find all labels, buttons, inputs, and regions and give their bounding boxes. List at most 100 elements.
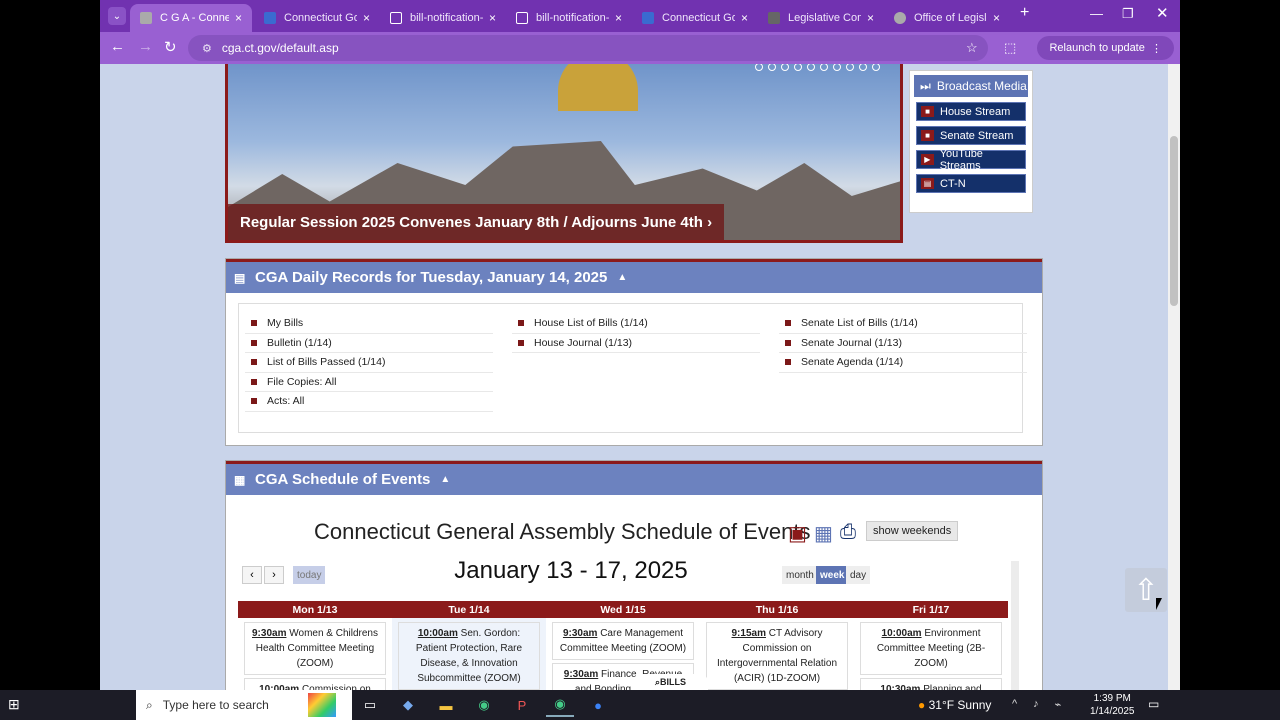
bills-tab[interactable]: ⌕BILLS bbox=[633, 674, 708, 690]
chrome-active-icon[interactable]: ◉ bbox=[546, 693, 574, 717]
tab-office-of-legislative[interactable]: Office of Legislativ× bbox=[884, 4, 1010, 32]
tab-connecticut-gov-1[interactable]: Connecticut Gover× bbox=[254, 4, 380, 32]
tab-legislative-commissioners[interactable]: Legislative Commi× bbox=[758, 4, 884, 32]
tab-bill-notification-2[interactable]: bill-notification-20× bbox=[506, 4, 632, 32]
minimize-button[interactable]: — bbox=[1090, 6, 1103, 21]
record-item[interactable]: Senate Agenda (1/14) bbox=[779, 353, 1027, 373]
carousel-dot[interactable] bbox=[820, 64, 828, 71]
week-view-button[interactable]: week bbox=[816, 566, 849, 584]
caret-up-icon[interactable]: ▲ bbox=[617, 272, 627, 283]
calendar-event[interactable]: 10:00am Sen. Gordon: Patient Protection,… bbox=[398, 622, 540, 690]
close-tab-icon[interactable]: × bbox=[229, 11, 242, 25]
calendar-grid-icon[interactable]: ▦ bbox=[814, 521, 833, 546]
back-arrow-icon[interactable]: ← bbox=[110, 38, 125, 55]
calendar-today-icon[interactable]: ▣ bbox=[788, 521, 807, 546]
windows-start-icon[interactable]: ⊞ bbox=[8, 696, 20, 713]
task-view-icon[interactable]: ▭ bbox=[356, 693, 384, 717]
record-link[interactable]: Senate Agenda (1/14) bbox=[801, 356, 903, 368]
carousel-dot[interactable] bbox=[859, 64, 867, 71]
calendar-event[interactable]: 10:00am Environment Committee Meeting (2… bbox=[860, 622, 1002, 675]
reload-icon[interactable]: ↻ bbox=[164, 38, 177, 56]
record-link[interactable]: Senate List of Bills (1/14) bbox=[801, 317, 918, 329]
scrollbar-thumb[interactable] bbox=[1170, 136, 1178, 306]
show-weekends-button[interactable]: show weekends bbox=[866, 521, 959, 541]
schedule-header[interactable]: ▦ CGA Schedule of Events ▲ bbox=[226, 461, 1042, 495]
ctn-button[interactable]: ▤ CT-N bbox=[916, 174, 1026, 193]
address-bar[interactable]: ⚙ cga.ct.gov/default.asp bbox=[188, 35, 988, 61]
volume-icon[interactable]: ♪ bbox=[1033, 698, 1039, 711]
record-item[interactable]: Acts: All bbox=[245, 392, 493, 412]
tab-bill-notification-1[interactable]: bill-notification-20× bbox=[380, 4, 506, 32]
record-link[interactable]: House List of Bills (1/14) bbox=[534, 317, 648, 329]
carousel-dot[interactable] bbox=[833, 64, 841, 71]
close-tab-icon[interactable]: × bbox=[357, 11, 370, 25]
chrome-icon[interactable]: ◉ bbox=[470, 693, 498, 717]
system-clock[interactable]: 1:39 PM 1/14/2025 bbox=[1090, 692, 1135, 718]
network-icon[interactable]: ⌁ bbox=[1055, 698, 1062, 711]
site-info-icon[interactable]: ⚙ bbox=[202, 42, 212, 55]
record-link[interactable]: File Copies: All bbox=[267, 376, 336, 388]
record-item[interactable]: My Bills bbox=[245, 314, 493, 334]
record-link[interactable]: My Bills bbox=[267, 317, 303, 329]
close-tab-icon[interactable]: × bbox=[735, 11, 748, 25]
weather-widget[interactable]: ● 31°F Sunny bbox=[918, 698, 991, 712]
record-item[interactable]: Bulletin (1/14) bbox=[245, 334, 493, 353]
close-tab-icon[interactable]: × bbox=[987, 11, 1000, 25]
close-tab-icon[interactable]: × bbox=[861, 11, 874, 25]
record-item[interactable]: Senate Journal (1/13) bbox=[779, 334, 1027, 353]
record-link[interactable]: House Journal (1/13) bbox=[534, 337, 632, 349]
bookmark-star-icon[interactable]: ☆ bbox=[966, 40, 978, 56]
carousel-dot[interactable] bbox=[755, 64, 763, 71]
relaunch-button[interactable]: Relaunch to update ⋮ bbox=[1037, 36, 1174, 60]
notification-icon[interactable]: ▭ bbox=[1148, 697, 1159, 711]
record-item[interactable]: House List of Bills (1/14) bbox=[512, 314, 760, 334]
calendar-event[interactable]: 10:00am Commission on bbox=[244, 678, 386, 690]
tab-cga-home[interactable]: C G A - Connecticut× bbox=[130, 4, 252, 32]
youtube-streams-button[interactable]: ▶ YouTube Streams bbox=[916, 148, 1026, 172]
record-item[interactable]: List of Bills Passed (1/14) bbox=[245, 353, 493, 373]
carousel-dot[interactable] bbox=[781, 64, 789, 71]
record-item[interactable]: File Copies: All bbox=[245, 373, 493, 392]
calendar-event[interactable]: 9:30am Women & Childrens Health Committe… bbox=[244, 622, 386, 675]
carousel-dot[interactable] bbox=[768, 64, 776, 71]
print-icon[interactable]: ⎙ bbox=[840, 521, 856, 544]
close-tab-icon[interactable]: × bbox=[609, 11, 622, 25]
hero-carousel[interactable]: Regular Session 2025 Convenes January 8t… bbox=[225, 64, 903, 243]
new-tab-button[interactable]: + bbox=[1020, 4, 1029, 22]
caret-up-icon[interactable]: ▲ bbox=[440, 474, 450, 485]
daily-records-header[interactable]: ▤ CGA Daily Records for Tuesday, January … bbox=[226, 259, 1042, 293]
record-item[interactable]: House Journal (1/13) bbox=[512, 334, 760, 353]
month-view-button[interactable]: month bbox=[782, 566, 818, 584]
house-stream-button[interactable]: ■ House Stream bbox=[916, 102, 1026, 121]
carousel-dot[interactable] bbox=[846, 64, 854, 71]
record-link[interactable]: List of Bills Passed (1/14) bbox=[267, 356, 385, 368]
zoom-icon[interactable]: ● bbox=[584, 693, 612, 717]
calendar-event[interactable]: 9:30am Care Management Committee Meeting… bbox=[552, 622, 694, 660]
close-window-button[interactable]: ✕ bbox=[1156, 4, 1169, 22]
file-explorer-icon[interactable]: ▬ bbox=[432, 693, 460, 717]
page-scrollbar[interactable] bbox=[1168, 64, 1180, 690]
tab-connecticut-gov-2[interactable]: Connecticut Gover× bbox=[632, 4, 758, 32]
record-link[interactable]: Senate Journal (1/13) bbox=[801, 337, 902, 349]
record-link[interactable]: Acts: All bbox=[267, 395, 304, 407]
tab-search-button[interactable]: ⌄ bbox=[108, 7, 126, 25]
forward-arrow-icon[interactable]: → bbox=[138, 38, 153, 55]
extensions-icon[interactable]: ⬚ bbox=[1004, 40, 1016, 56]
record-item[interactable]: Senate List of Bills (1/14) bbox=[779, 314, 1027, 334]
calendar-event[interactable]: 10:30am Planning and bbox=[860, 678, 1002, 690]
copilot-icon[interactable]: ◆ bbox=[394, 693, 422, 717]
hero-caption[interactable]: Regular Session 2025 Convenes January 8t… bbox=[228, 204, 725, 240]
record-link[interactable]: Bulletin (1/14) bbox=[267, 337, 332, 349]
calendar-scrollbar[interactable] bbox=[1011, 561, 1019, 690]
carousel-dot[interactable] bbox=[807, 64, 815, 71]
carousel-dot[interactable] bbox=[794, 64, 802, 71]
carousel-dot[interactable] bbox=[872, 64, 880, 71]
senate-stream-button[interactable]: ■ Senate Stream bbox=[916, 126, 1026, 145]
calendar-event[interactable]: 9:15am CT Advisory Commission on Intergo… bbox=[706, 622, 848, 690]
chevron-up-icon[interactable]: ^ bbox=[1012, 698, 1017, 711]
restore-button[interactable]: ❐ bbox=[1122, 6, 1134, 22]
day-view-button[interactable]: day bbox=[846, 566, 871, 584]
powerpoint-icon[interactable]: P bbox=[508, 693, 536, 717]
app-icon-widget[interactable] bbox=[308, 693, 336, 717]
close-tab-icon[interactable]: × bbox=[483, 11, 496, 25]
